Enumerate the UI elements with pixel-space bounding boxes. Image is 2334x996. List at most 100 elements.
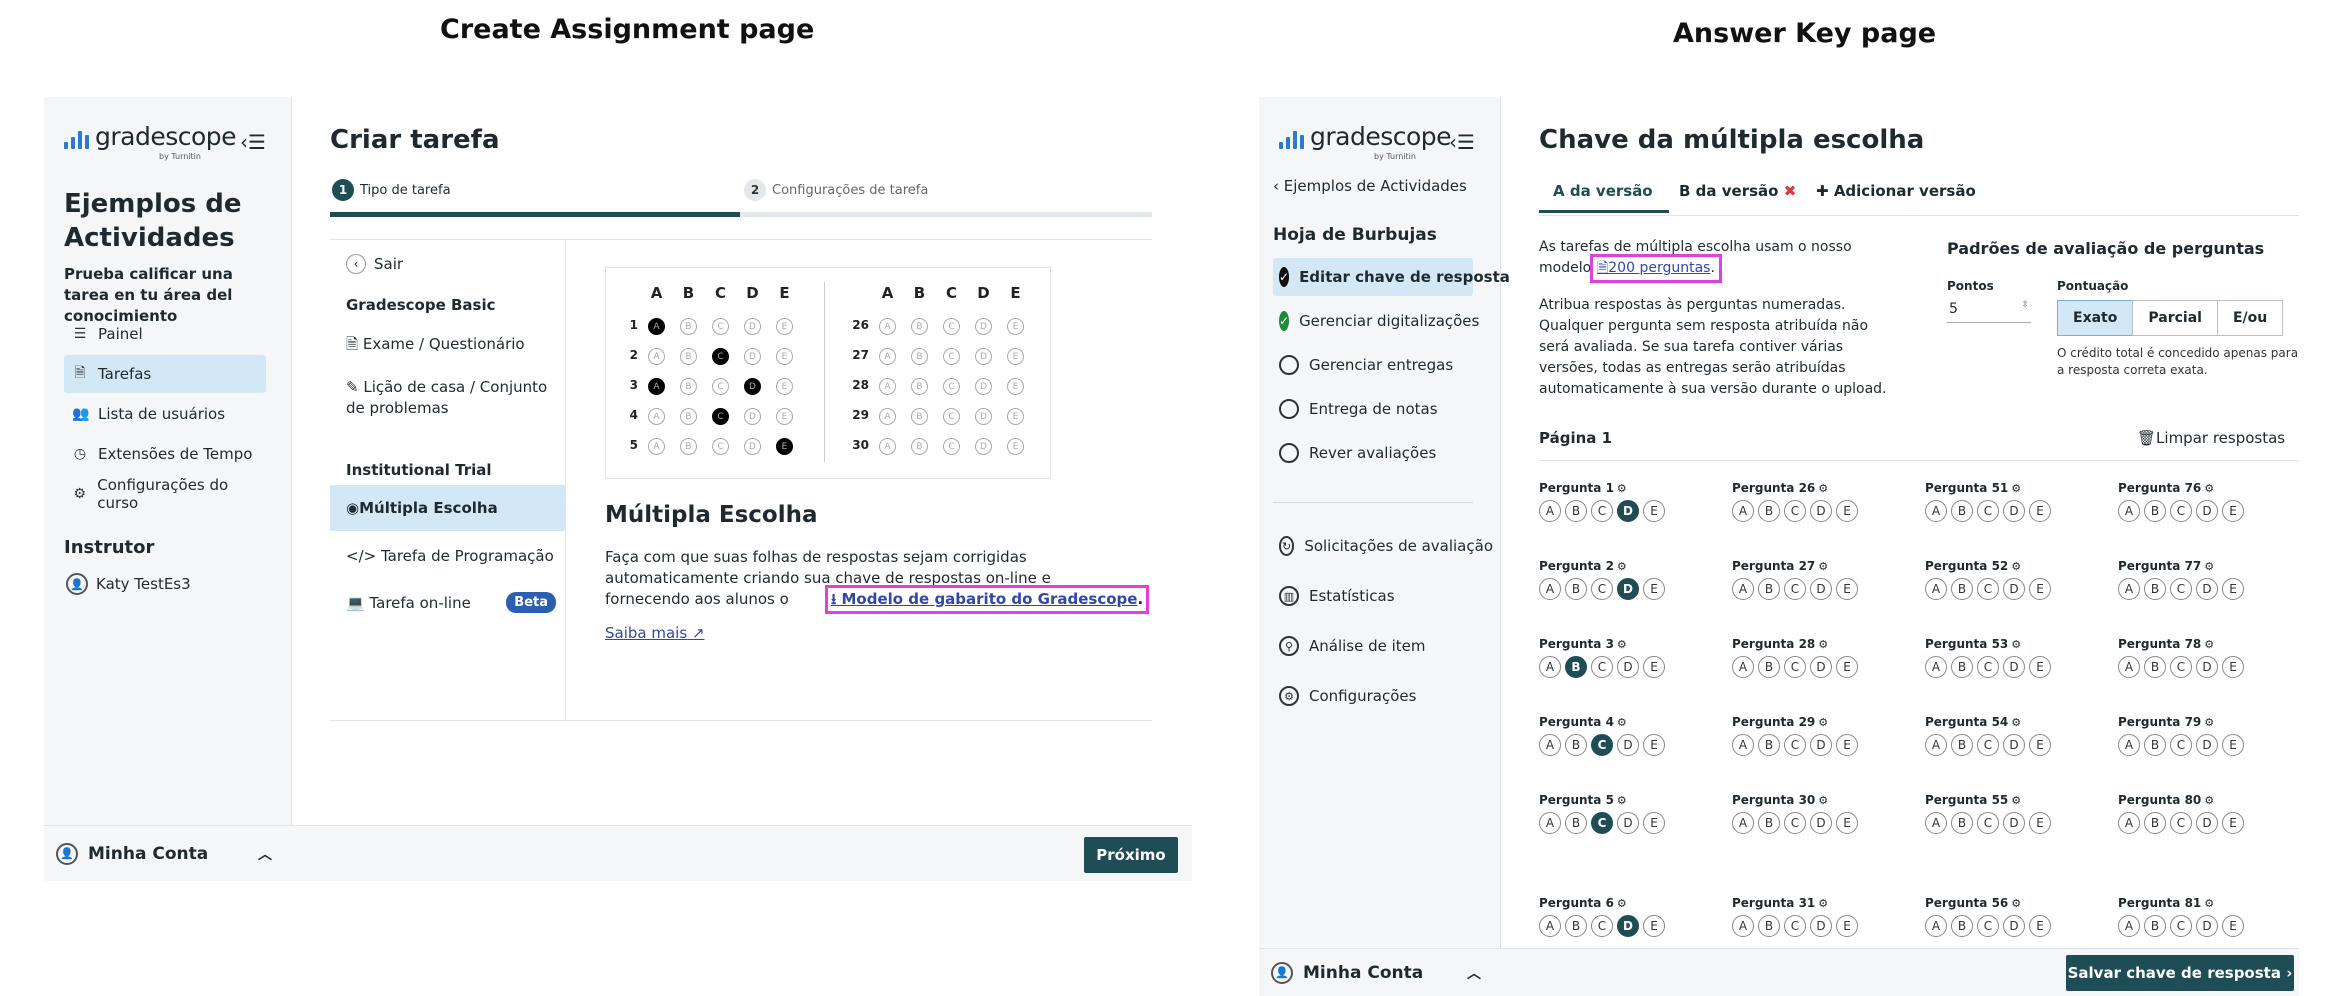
answer-bubble[interactable]: C	[1591, 915, 1613, 937]
answer-bubble[interactable]: E	[1836, 578, 1858, 600]
answer-bubble[interactable]: A	[2118, 734, 2140, 756]
answer-bubble[interactable]: C	[1784, 656, 1806, 678]
answer-bubble[interactable]: E	[1836, 812, 1858, 834]
type-online[interactable]: 💻 Tarefa on-line Beta	[346, 592, 556, 613]
answer-bubble[interactable]: B	[1951, 578, 1973, 600]
workflow-step[interactable]: Entrega de notas	[1273, 390, 1473, 428]
answer-bubble[interactable]: B	[2144, 812, 2166, 834]
answer-bubble[interactable]: E	[2029, 915, 2051, 937]
answer-bubble[interactable]: E	[1643, 500, 1665, 522]
answer-bubble[interactable]: C	[1784, 500, 1806, 522]
answer-bubble[interactable]: E	[1836, 656, 1858, 678]
gear-icon[interactable]: ⚙	[1617, 794, 1627, 807]
answer-bubble[interactable]: A	[1539, 915, 1561, 937]
answer-bubble[interactable]: B	[1565, 734, 1587, 756]
answer-bubble[interactable]: E	[1836, 500, 1858, 522]
answer-bubble[interactable]: E	[2029, 656, 2051, 678]
answer-bubble[interactable]: D	[1617, 734, 1639, 756]
type-exam[interactable]: 🗎 Exame / Questionário	[346, 334, 525, 359]
answer-bubble[interactable]: D	[2003, 578, 2025, 600]
answer-bubble[interactable]: A	[1732, 915, 1754, 937]
answer-bubble[interactable]: D	[1617, 915, 1639, 937]
tab-version-b[interactable]: B da versão ✖	[1679, 175, 1796, 207]
nav-item-tarefas[interactable]: 🗎 Tarefas	[64, 355, 266, 393]
answer-bubble[interactable]: A	[1925, 812, 1947, 834]
answer-bubble[interactable]: E	[1643, 812, 1665, 834]
answer-bubble[interactable]: D	[2003, 734, 2025, 756]
gear-icon[interactable]: ⚙	[1818, 482, 1828, 495]
answer-bubble[interactable]: A	[2118, 812, 2140, 834]
gradescope-logo[interactable]: gradescope	[64, 124, 237, 149]
nav-item-users[interactable]: 👥 Lista de usuários	[64, 395, 266, 433]
answer-bubble[interactable]: A	[2118, 915, 2140, 937]
answer-bubble[interactable]: D	[2003, 915, 2025, 937]
gear-icon[interactable]: ⚙	[2204, 716, 2214, 729]
answer-bubble[interactable]: C	[2170, 734, 2192, 756]
answer-bubble[interactable]: B	[1758, 812, 1780, 834]
account-menu[interactable]: 👤 Minha Conta ︿	[1259, 948, 1501, 996]
answer-bubble[interactable]: C	[1977, 578, 1999, 600]
answer-bubble[interactable]: E	[2222, 734, 2244, 756]
answer-bubble[interactable]: B	[1565, 656, 1587, 678]
answer-bubble[interactable]: A	[1539, 812, 1561, 834]
answer-bubble[interactable]: E	[2029, 500, 2051, 522]
answer-bubble[interactable]: B	[2144, 578, 2166, 600]
gear-icon[interactable]: ⚙	[2204, 482, 2214, 495]
answer-bubble[interactable]: A	[1539, 656, 1561, 678]
gear-icon[interactable]: ⚙	[2011, 794, 2021, 807]
answer-bubble[interactable]: D	[2003, 500, 2025, 522]
gear-icon[interactable]: ⚙	[1617, 897, 1627, 910]
answer-bubble[interactable]: D	[1810, 812, 1832, 834]
gear-icon[interactable]: ⚙	[1818, 638, 1828, 651]
answer-bubble[interactable]: C	[1977, 812, 1999, 834]
answer-bubble[interactable]: B	[1758, 656, 1780, 678]
scoring-andor[interactable]: E/ou	[2216, 300, 2284, 336]
answer-bubble[interactable]: D	[1810, 500, 1832, 522]
stepper-icon[interactable]: ⇳	[2021, 300, 2029, 310]
gear-icon[interactable]: ⚙	[2011, 716, 2021, 729]
answer-bubble[interactable]: E	[1643, 734, 1665, 756]
answer-bubble[interactable]: C	[1977, 500, 1999, 522]
answer-bubble[interactable]: A	[1925, 734, 1947, 756]
type-homework[interactable]: ✎ Lição de casa / Conjunto de problemas	[346, 377, 556, 419]
gear-icon[interactable]: ⚙	[2204, 638, 2214, 651]
clear-answers-button[interactable]: 🗑Limpar respostas	[2137, 429, 2285, 447]
answer-bubble[interactable]: C	[1591, 734, 1613, 756]
answer-bubble[interactable]: A	[1732, 578, 1754, 600]
answer-bubble[interactable]: B	[1565, 500, 1587, 522]
answer-bubble[interactable]: C	[1591, 812, 1613, 834]
workflow-step[interactable]: ✓ Editar chave de resposta	[1273, 258, 1510, 296]
gear-icon[interactable]: ⚙	[1617, 638, 1627, 651]
answer-bubble[interactable]: D	[1810, 734, 1832, 756]
answer-bubble[interactable]: C	[2170, 578, 2192, 600]
answer-bubble[interactable]: C	[1977, 734, 1999, 756]
gear-icon[interactable]: ⚙	[2011, 897, 2021, 910]
answer-bubble[interactable]: C	[1784, 578, 1806, 600]
nav-item-painel[interactable]: ☰ Painel	[64, 315, 266, 353]
answer-bubble[interactable]: D	[2196, 734, 2218, 756]
gear-icon[interactable]: ⚙	[1818, 794, 1828, 807]
points-input[interactable]: 5 ⇳	[1947, 297, 2031, 323]
answer-bubble[interactable]: A	[1732, 500, 1754, 522]
nav-item-extensions[interactable]: ◷ Extensões de Tempo	[64, 435, 266, 473]
learn-more-link[interactable]: Saiba mais ↗	[605, 624, 705, 642]
answer-bubble[interactable]: D	[2003, 656, 2025, 678]
answer-bubble[interactable]: B	[1758, 915, 1780, 937]
answer-bubble[interactable]: C	[1977, 656, 1999, 678]
type-multiple-choice[interactable]: ◉ Múltipla Escolha	[330, 485, 566, 531]
instructor-user[interactable]: 👤 Katy TestEs3	[66, 573, 191, 595]
gear-icon[interactable]: ⚙	[1617, 716, 1627, 729]
answer-bubble[interactable]: C	[1784, 734, 1806, 756]
exit-button[interactable]: ‹ Sair	[346, 254, 403, 274]
answer-bubble[interactable]: B	[2144, 734, 2166, 756]
workflow-step[interactable]: Gerenciar entregas	[1273, 346, 1473, 384]
scoring-partial[interactable]: Parcial	[2132, 300, 2218, 336]
answer-bubble[interactable]: A	[1732, 734, 1754, 756]
close-icon[interactable]: ✖	[1784, 182, 1797, 200]
answer-bubble[interactable]: A	[1539, 578, 1561, 600]
answer-bubble[interactable]: D	[1617, 500, 1639, 522]
next-button[interactable]: Próximo	[1084, 837, 1178, 873]
answer-bubble[interactable]: D	[2196, 915, 2218, 937]
answer-bubble[interactable]: D	[1810, 915, 1832, 937]
answer-bubble[interactable]: A	[1539, 500, 1561, 522]
